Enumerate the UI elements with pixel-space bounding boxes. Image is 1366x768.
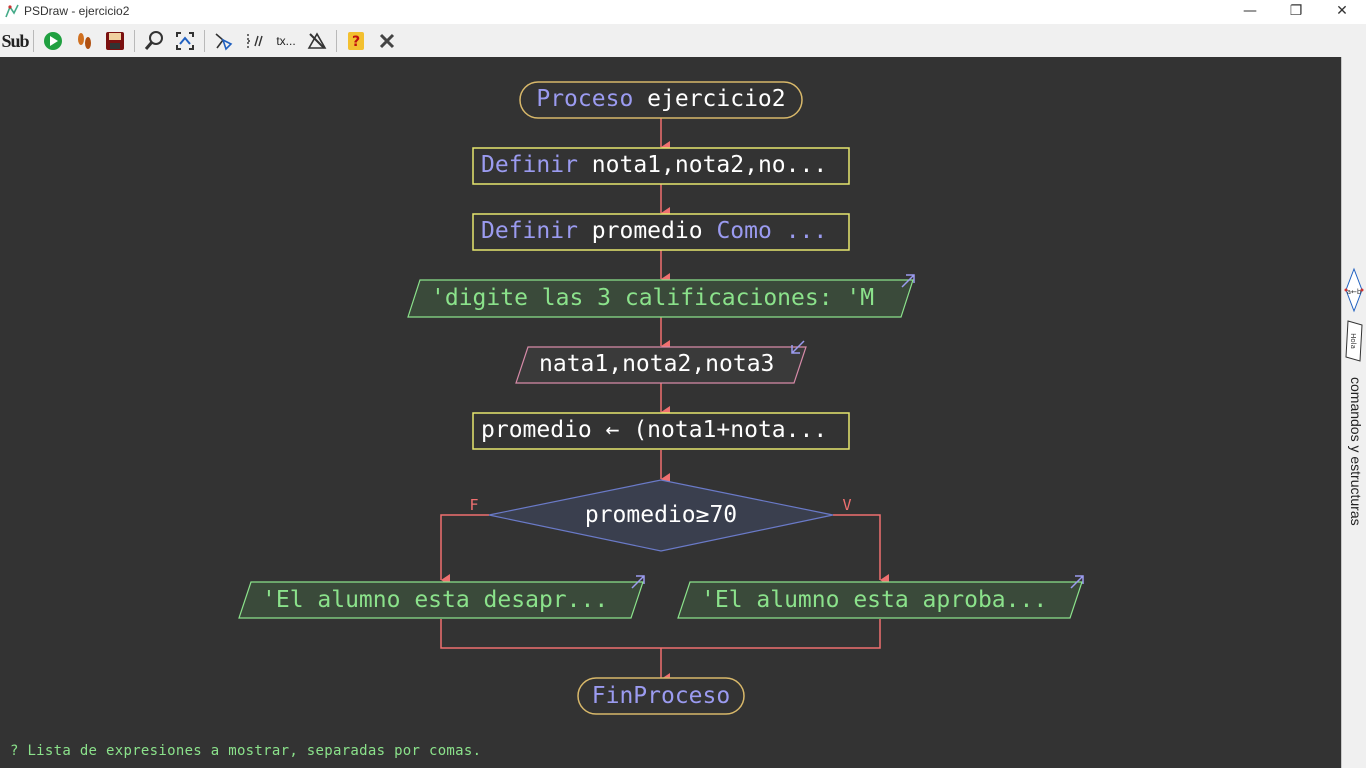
write-true-text: 'El alumno esta aproba...: [701, 587, 1047, 613]
end-node[interactable]: FinProceso: [577, 677, 745, 715]
write-node-1[interactable]: 'digite las 3 calificaciones: 'M: [407, 274, 915, 318]
toolbar: Sub tx... ?: [0, 24, 1366, 58]
run-button[interactable]: [40, 28, 66, 54]
commands-side-panel[interactable]: a←b Hola comandos y estructuras: [1341, 57, 1366, 768]
style-button[interactable]: [211, 28, 237, 54]
text-truncate-icon: tx...: [276, 34, 296, 48]
sub-button[interactable]: Sub: [1, 28, 29, 54]
tracking-icon: [307, 32, 327, 49]
window-title: PSDraw - ejercicio2: [24, 4, 130, 18]
svg-text:?: ?: [352, 34, 360, 50]
start-name: ejercicio2: [647, 86, 785, 112]
play-icon: [44, 32, 62, 50]
assignment-mini-icon[interactable]: a←b: [1344, 267, 1364, 313]
read1-text: nata1,nota2,nota3: [539, 351, 774, 377]
toolbar-separator: [204, 30, 205, 52]
define-node-1[interactable]: Definir nota1,nota2,no...: [472, 147, 850, 185]
zoom-button[interactable]: [141, 28, 167, 54]
sub-icon: Sub: [1, 30, 29, 51]
svg-text:Definir promedio Como ...: Definir promedio Como ...: [481, 218, 827, 244]
floppy-icon: [106, 32, 124, 50]
help-button[interactable]: ?: [343, 28, 369, 54]
minimize-button[interactable]: —: [1227, 0, 1273, 24]
assign-text: promedio ← (nota1+nota...: [481, 417, 827, 443]
decision-node[interactable]: promedio≥70 F V: [469, 479, 852, 552]
fit-to-screen-icon: [176, 32, 194, 50]
define2-rest: ...: [786, 218, 828, 244]
fit-to-screen-button[interactable]: [172, 28, 198, 54]
magnifier-icon: [144, 31, 163, 50]
help-icon: ?: [348, 32, 364, 50]
false-branch-label: F: [469, 496, 478, 514]
toolbar-separator: [336, 30, 337, 52]
commands-panel-label[interactable]: comandos y estructuras: [1344, 377, 1364, 526]
tracking-button[interactable]: [304, 28, 330, 54]
psdraw-app-icon: [5, 4, 19, 18]
define-node-2[interactable]: Definir promedio Como ...: [472, 213, 850, 251]
write-node-true[interactable]: 'El alumno esta aproba...: [677, 575, 1084, 619]
toolbar-separator: [33, 30, 34, 52]
close-button[interactable]: [374, 28, 400, 54]
close-window-button[interactable]: ✕: [1319, 0, 1365, 24]
define2-keyword: Definir: [481, 218, 578, 244]
true-branch-label: V: [842, 496, 851, 514]
define1-text: nota1,nota2,no...: [592, 152, 827, 178]
write1-text: 'digite las 3 calificaciones: 'M: [431, 285, 874, 311]
define2-kw2: Como: [716, 218, 771, 244]
flowchart-canvas[interactable]: Proceso ejercicio2 Definir nota1,nota2,n…: [0, 57, 1341, 768]
svg-text:Proceso ejercicio2: Proceso ejercicio2: [536, 86, 785, 112]
flowchart-style-icon: [215, 33, 233, 51]
toolbar-separator: [134, 30, 135, 52]
output-mini-icon[interactable]: Hola: [1344, 319, 1364, 363]
flowchart-diagram: Proceso ejercicio2 Definir nota1,nota2,n…: [238, 81, 1084, 715]
footsteps-icon: [78, 33, 91, 49]
save-button[interactable]: [102, 28, 128, 54]
read-node-1[interactable]: nata1,nota2,nota3: [515, 340, 807, 384]
mini2-text: Hola: [1349, 333, 1357, 349]
assign-node[interactable]: promedio ← (nota1+nota...: [472, 412, 850, 450]
restore-button[interactable]: ❐: [1273, 0, 1319, 24]
write-node-false[interactable]: 'El alumno esta desapr...: [238, 575, 645, 619]
define2-var: promedio: [592, 218, 703, 244]
text-truncate-button[interactable]: tx...: [273, 28, 299, 54]
define1-keyword: Definir: [481, 152, 578, 178]
comments-button[interactable]: [242, 28, 268, 54]
comments-icon: [247, 34, 263, 48]
mini1-text: a←b: [1347, 288, 1362, 296]
close-icon: [379, 33, 395, 49]
write-false-text: 'El alumno esta desapr...: [262, 587, 608, 613]
title-bar: PSDraw - ejercicio2 — ❐ ✕: [0, 0, 1366, 24]
decision-text: promedio≥70: [585, 502, 737, 528]
end-keyword: FinProceso: [592, 683, 730, 709]
svg-text:Definir nota1,nota2,no...: Definir nota1,nota2,no...: [481, 152, 827, 178]
status-hint: ? Lista de expresiones a mostrar, separa…: [10, 743, 482, 759]
start-keyword: Proceso: [536, 86, 633, 112]
step-button[interactable]: [71, 28, 97, 54]
start-node[interactable]: Proceso ejercicio2: [519, 81, 803, 119]
